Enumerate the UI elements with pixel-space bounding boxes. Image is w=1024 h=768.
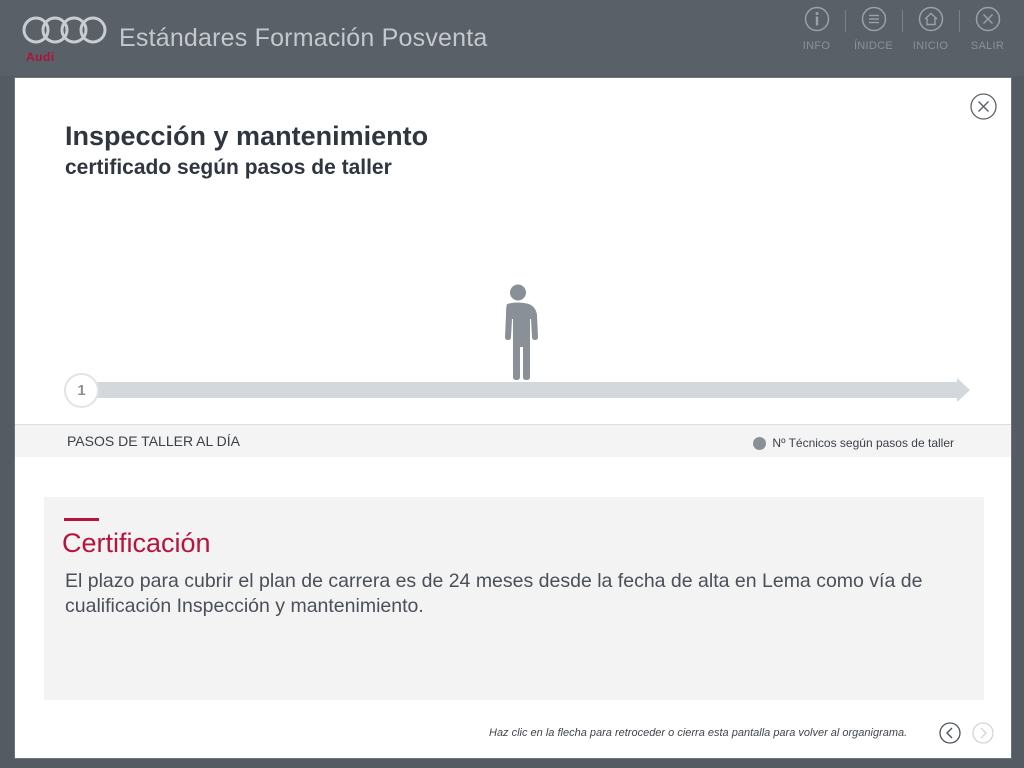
home-icon [918,6,943,32]
certification-heading: Certificación [62,528,211,558]
certification-box: Certificación El plazo para cubrir el pl… [44,497,984,700]
step-marker: 1 [64,373,99,408]
certification-text: El plazo para cubrir el plan de carrera … [65,570,923,617]
axis-label: PASOS DE TALLER AL DÍA [67,433,240,449]
nav-exit-button[interactable]: SALIR [959,4,1016,64]
nav-info-label: INFO [802,40,831,52]
legend: Nº Técnicos según pasos de taller [753,436,954,450]
page-subtitle: certificado según pasos de taller [65,156,392,179]
list-icon [861,6,886,32]
audi-logo: Audi [22,14,108,66]
page-title: Inspección y mantenimiento [65,121,429,151]
legend-text: Nº Técnicos según pasos de taller [772,436,954,450]
panel-close-button[interactable] [970,93,997,120]
top-nav: INFO ÍNIDCE INICIO SALIR [788,4,1016,64]
nav-exit-label: SALIR [970,40,1005,52]
close-icon [975,6,1000,32]
nav-index-label: ÍNIDCE [853,40,894,52]
app-title: Estándares Formación Posventa [119,24,488,52]
person-icon [505,284,538,380]
nav-info-button[interactable]: INFO [788,4,845,64]
progress-track [81,382,959,398]
back-arrow-button[interactable] [939,722,961,744]
audi-rings-icon [22,16,107,44]
footer-note: Haz clic en la flecha para retroceder o … [489,727,908,739]
accent-bar [64,518,99,521]
forward-arrow-button[interactable] [972,722,994,744]
brand-name: Audi [26,50,55,64]
nav-index-button[interactable]: ÍNIDCE [845,4,902,64]
header-bar: Audi Estándares Formación Posventa INFO … [0,0,1024,76]
info-icon [804,6,829,32]
axis-band: PASOS DE TALLER AL DÍA Nº Técnicos según… [15,424,1011,457]
progress-arrow-head [957,378,970,402]
legend-dot [753,436,767,450]
nav-home-label: INICIO [912,40,949,52]
content-panel: Inspección y mantenimiento certificado s… [15,78,1011,758]
nav-home-button[interactable]: INICIO [902,4,959,64]
